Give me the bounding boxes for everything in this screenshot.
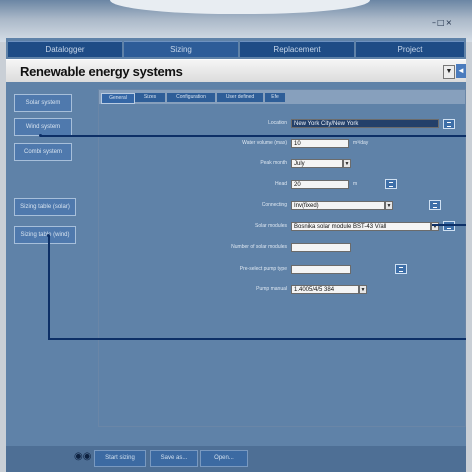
callout-dot-top	[39, 134, 42, 137]
callout-line-top	[40, 135, 466, 137]
sidebar-item-sizing-wind[interactable]: Sizing table (wind)	[14, 226, 76, 244]
chevron-down-icon[interactable]: ▼	[385, 201, 393, 210]
subtab-configuration[interactable]: Configuration	[167, 93, 215, 102]
connecting-info-icon[interactable]	[429, 200, 441, 210]
binoculars-icon[interactable]: ◉◉	[74, 451, 91, 463]
project-bar: Renewable energy systems ▼ ◄	[6, 59, 466, 82]
water-volume-unit: m³/day	[353, 140, 369, 146]
main-tab-bar: Datalogger Sizing Replacement Project	[6, 38, 466, 58]
sidebar-item-wind[interactable]: Wind system	[14, 118, 72, 136]
sidebar-item-sizing-solar[interactable]: Sizing table (solar)	[14, 198, 76, 216]
window-controls[interactable]: –□×	[432, 18, 453, 27]
chevron-down-icon[interactable]: ▼	[443, 65, 455, 79]
location-picker-icon[interactable]	[443, 119, 455, 129]
subtab-sizes[interactable]: Sizes	[135, 93, 165, 102]
num-modules-label: Number of solar modules	[231, 244, 287, 250]
num-modules-input[interactable]	[291, 243, 351, 252]
head-label: Head	[275, 181, 287, 187]
preselect-pump-label: Pre-select pump type	[239, 266, 287, 272]
save-as-button[interactable]: Save as...	[150, 450, 198, 467]
chevron-down-icon[interactable]: ▼	[359, 285, 367, 294]
callout-dot-bottom	[47, 234, 50, 237]
callout-line-vertical	[48, 236, 50, 339]
arrow-icon[interactable]: ◄	[456, 64, 466, 78]
sidebar-item-solar[interactable]: Solar system	[14, 94, 72, 112]
tab-sizing[interactable]: Sizing	[124, 41, 238, 57]
preselect-pump-info-icon[interactable]	[395, 264, 407, 274]
solar-modules-info-icon[interactable]	[443, 221, 455, 231]
tab-replacement[interactable]: Replacement	[240, 41, 354, 57]
subtab-efe[interactable]: Efe	[265, 93, 285, 102]
open-button[interactable]: Open...	[200, 450, 248, 467]
general-panel: Location New York City/New York Water vo…	[99, 104, 465, 426]
tab-datalogger[interactable]: Datalogger	[8, 41, 122, 57]
pump-manual-label: Pump manual	[256, 286, 287, 292]
main-window: Datalogger Sizing Replacement Project Re…	[6, 38, 466, 464]
location-field[interactable]: New York City/New York	[291, 119, 439, 128]
head-unit: m	[353, 181, 358, 187]
desktop-background: –□×	[0, 0, 472, 42]
tab-project[interactable]: Project	[356, 41, 464, 57]
chevron-down-icon[interactable]: ▼	[343, 159, 351, 168]
callout-line-bottom	[48, 338, 466, 340]
connecting-label: Connecting	[261, 202, 287, 208]
water-volume-label: Water volume (max)	[242, 140, 287, 146]
connecting-select[interactable]: Inv(fixed)	[291, 201, 385, 210]
preselect-pump-input[interactable]	[291, 265, 351, 274]
location-label: Location	[268, 120, 287, 126]
subtab-general[interactable]: General	[101, 93, 135, 104]
start-sizing-button[interactable]: Start sizing	[94, 450, 146, 467]
subtab-user-defined[interactable]: User defined	[217, 93, 263, 102]
bottom-toolbar: ◉◉ Start sizing Save as... Open...	[6, 446, 466, 472]
solar-modules-select[interactable]: Bosnika solar module BST-43 V/all	[291, 222, 431, 231]
pump-manual-select[interactable]: 1.4005/4/5 384	[291, 285, 359, 294]
background-swoosh	[110, 0, 370, 14]
solar-modules-label: Solar modules	[255, 223, 287, 229]
water-volume-input[interactable]: 10	[291, 139, 349, 148]
content-area: General Sizes Configuration User defined…	[98, 89, 466, 427]
callout-line-middle	[432, 224, 466, 226]
head-info-icon[interactable]	[385, 179, 397, 189]
peak-month-label: Peak month	[260, 160, 287, 166]
project-title: Renewable energy systems	[20, 64, 183, 79]
sidebar-item-combi[interactable]: Combi system	[14, 143, 72, 161]
head-input[interactable]: 20	[291, 180, 349, 189]
peak-month-select[interactable]: July	[291, 159, 343, 168]
